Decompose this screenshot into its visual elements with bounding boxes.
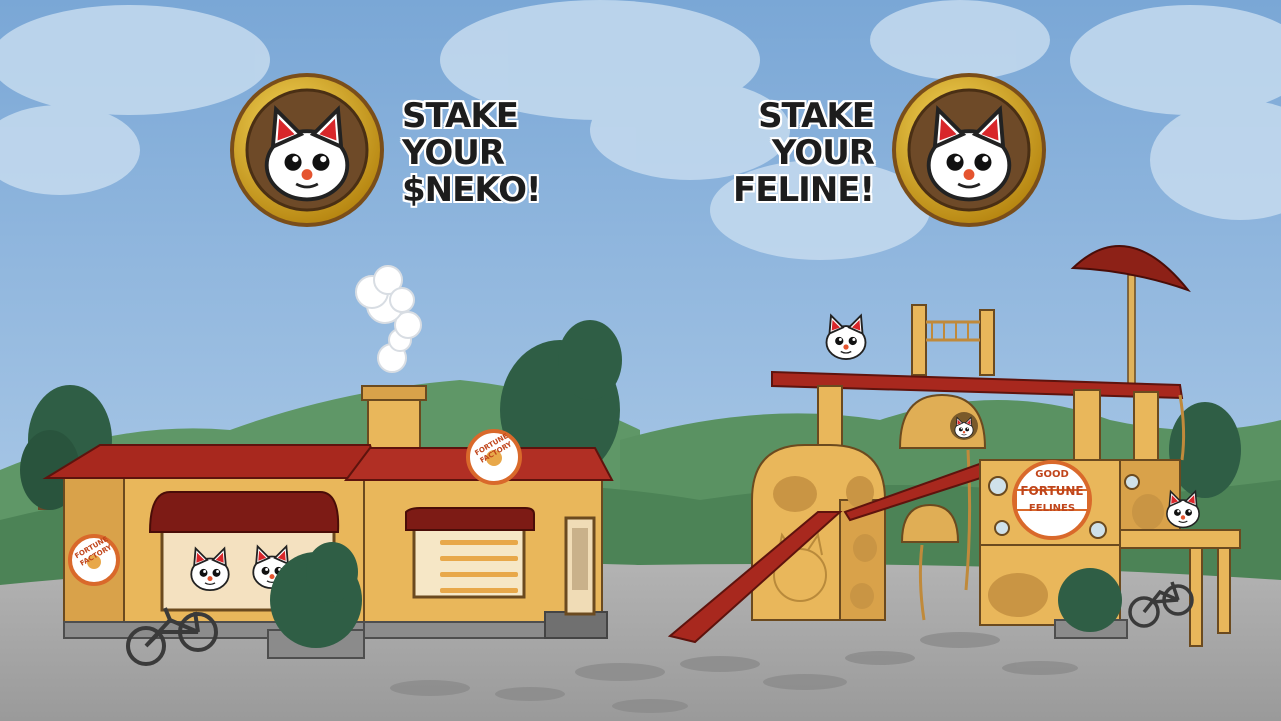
- staking-scene: FORTUNE FACTORY FORTUNE FACTORY GOOD FOR…: [0, 0, 1281, 721]
- stake-feline-label: STAKE YOUR FELINE!: [733, 96, 875, 210]
- stake-neko-button[interactable]: STAKE YOUR $NEKO!: [226, 72, 542, 228]
- neko-coin-icon: [892, 73, 1046, 227]
- neko-coin-icon: [230, 73, 384, 227]
- stake-feline-line1: STAKE: [758, 96, 875, 136]
- stake-feline-button[interactable]: STAKE YOUR FELINE!: [730, 72, 1052, 228]
- stake-feline-line2: YOUR: [771, 133, 875, 173]
- gff-sign: GOOD FORTUNE FELINES: [1014, 466, 1090, 517]
- stake-neko-line2: YOUR: [402, 133, 505, 173]
- stake-neko-line1: STAKE: [402, 96, 519, 136]
- stake-neko-label: STAKE YOUR $NEKO!: [402, 96, 542, 210]
- gff-sign-bottom: FELINES: [1028, 503, 1076, 514]
- gff-sign-middle: FORTUNE: [1020, 484, 1084, 498]
- scene-background: [0, 0, 1281, 721]
- stake-neko-line3: $NEKO!: [402, 170, 542, 210]
- stake-feline-line3: FELINE!: [733, 170, 875, 210]
- gff-sign-top: GOOD: [1035, 469, 1069, 480]
